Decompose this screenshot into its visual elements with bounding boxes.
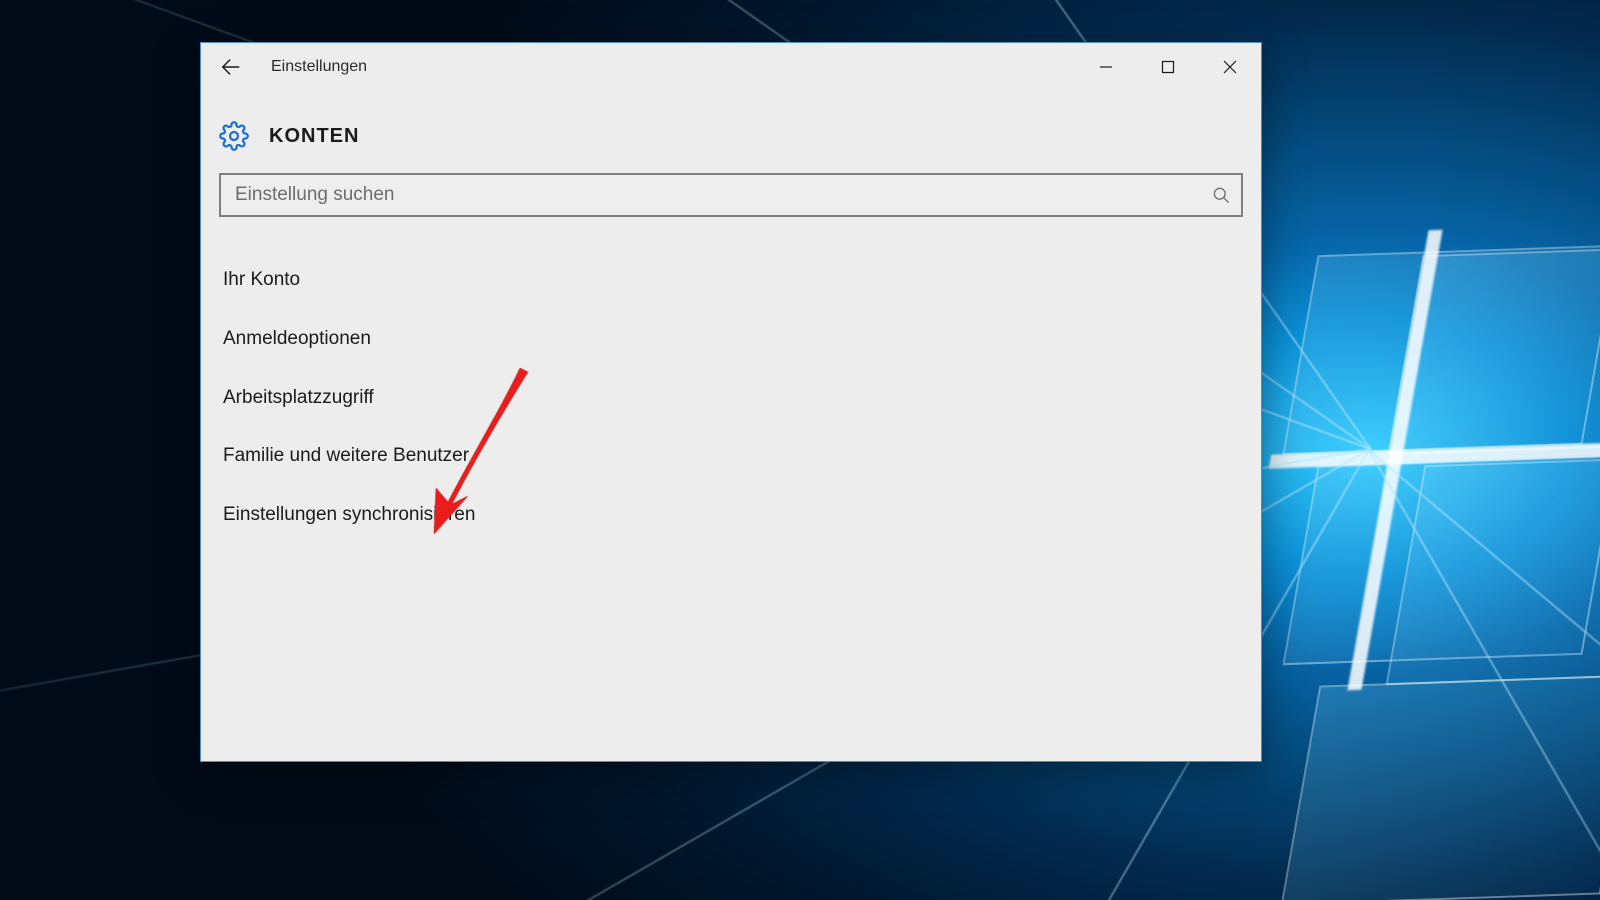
nav-item-workplace-access[interactable]: Arbeitsplatzzugriff xyxy=(201,369,1261,428)
nav-item-signin-options[interactable]: Anmeldeoptionen xyxy=(201,310,1261,369)
minimize-button[interactable] xyxy=(1075,43,1137,91)
search-box[interactable] xyxy=(219,173,1243,217)
titlebar: Einstellungen xyxy=(201,43,1261,91)
section-header: KONTEN xyxy=(201,91,1261,173)
search-input[interactable] xyxy=(235,175,1211,215)
section-title: KONTEN xyxy=(269,125,359,148)
nav-item-your-account[interactable]: Ihr Konto xyxy=(201,251,1261,310)
settings-window: Einstellungen KONTEN xyxy=(200,42,1262,762)
maximize-icon xyxy=(1161,60,1175,74)
nav-item-sync-settings[interactable]: Einstellungen synchronisieren xyxy=(201,486,1261,545)
back-arrow-icon xyxy=(220,56,242,78)
gear-icon xyxy=(219,121,249,151)
search-icon xyxy=(1211,185,1231,205)
settings-nav-list: Ihr Konto Anmeldeoptionen Arbeitsplatzzu… xyxy=(201,227,1261,545)
window-controls xyxy=(1075,43,1261,91)
minimize-icon xyxy=(1099,60,1113,74)
back-button[interactable] xyxy=(207,43,255,91)
close-icon xyxy=(1223,60,1237,74)
window-title: Einstellungen xyxy=(271,58,367,76)
close-button[interactable] xyxy=(1199,43,1261,91)
nav-item-family-other-users[interactable]: Familie und weitere Benutzer xyxy=(201,427,1261,486)
maximize-button[interactable] xyxy=(1137,43,1199,91)
